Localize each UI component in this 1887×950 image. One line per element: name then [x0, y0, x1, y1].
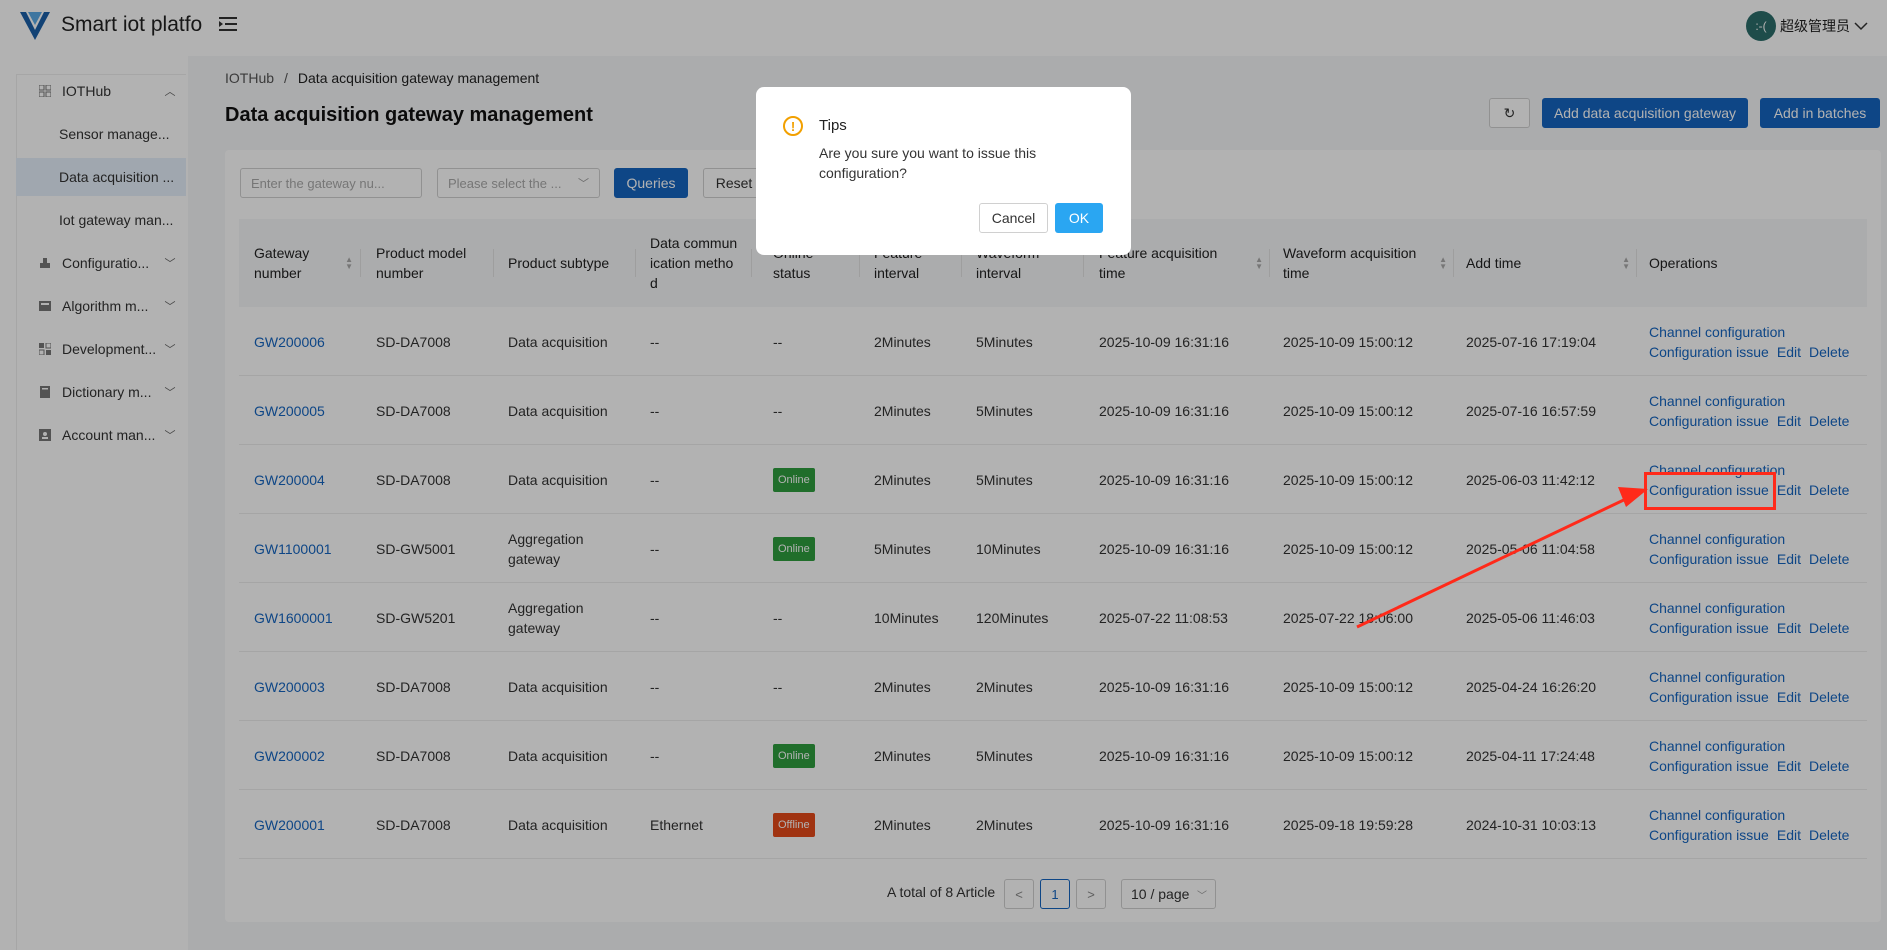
warning-icon: !: [783, 116, 803, 136]
confirm-dialog: ! Tips Are you sure you want to issue th…: [756, 87, 1131, 255]
ok-button[interactable]: OK: [1055, 203, 1103, 233]
dialog-message: Are you sure you want to issue this conf…: [819, 145, 1037, 181]
annotation-highlight-box: [1644, 472, 1776, 510]
dialog-title: Tips: [819, 117, 847, 134]
cancel-button[interactable]: Cancel: [979, 203, 1048, 233]
